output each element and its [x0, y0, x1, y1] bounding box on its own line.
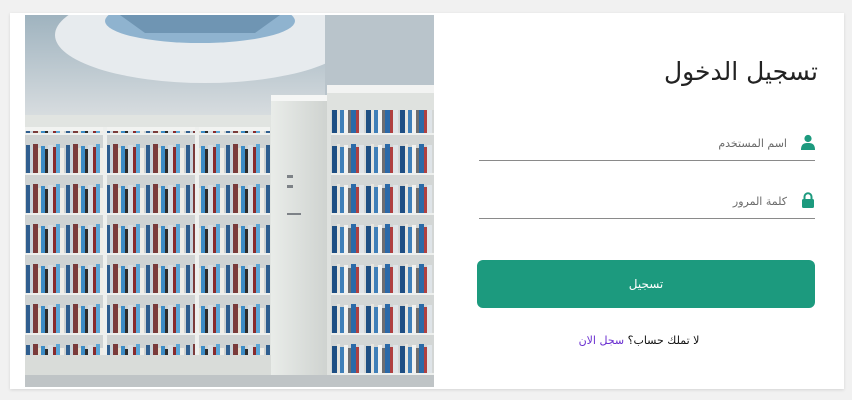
- lock-icon: [801, 192, 815, 208]
- page-title: تسجيل الدخول: [663, 57, 818, 86]
- password-input[interactable]: [485, 186, 789, 216]
- signup-link[interactable]: سجل الان: [579, 334, 625, 347]
- password-field[interactable]: [479, 184, 815, 219]
- library-photo: [25, 15, 434, 387]
- login-form: تسجيل الدخول تسجيل لا تملك حساب؟: [434, 13, 844, 389]
- username-field[interactable]: [479, 126, 815, 161]
- login-button[interactable]: تسجيل: [477, 260, 815, 308]
- signup-prompt: لا تملك حساب؟ سجل الان: [434, 334, 844, 347]
- user-icon: [801, 134, 815, 150]
- username-input[interactable]: [485, 128, 789, 158]
- signup-prompt-text: لا تملك حساب؟: [627, 334, 700, 347]
- login-card: تسجيل الدخول تسجيل لا تملك حساب؟: [10, 13, 844, 389]
